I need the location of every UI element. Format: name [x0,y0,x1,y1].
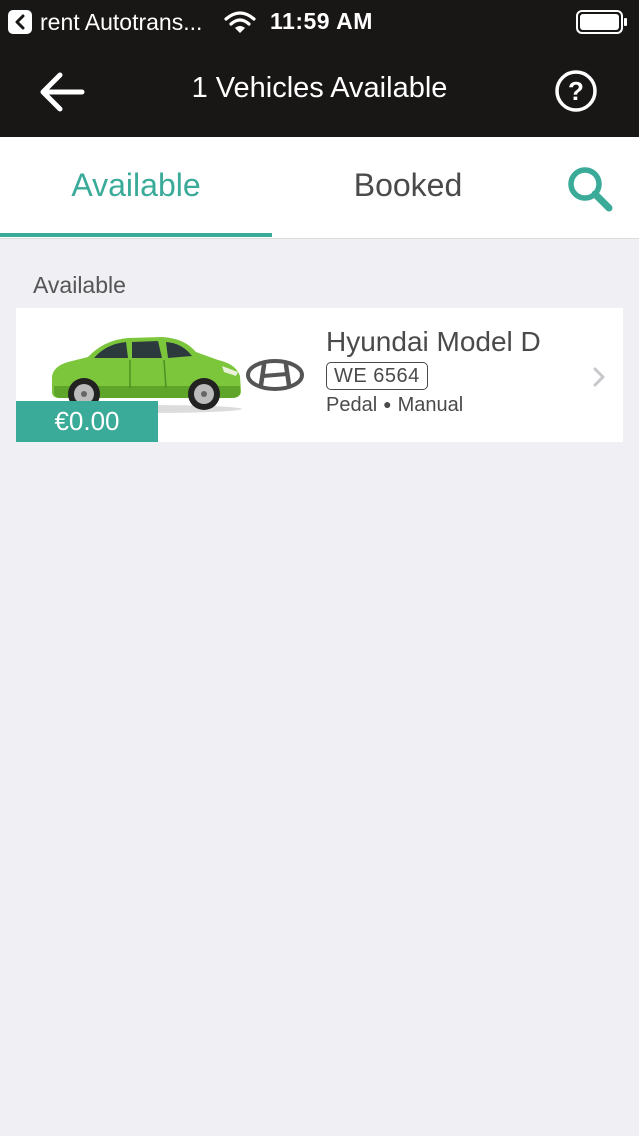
price-badge: €0.00 [16,401,158,442]
spec-lock-type: Pedal [326,394,378,416]
tab-booked[interactable]: Booked [272,137,544,234]
section-header: Available [33,272,126,298]
chevron-right-icon [593,367,605,387]
nav-bar: 1 Vehicles Available ? [0,44,639,137]
vehicle-specs: Pedal ● Manual [326,394,463,417]
back-to-app-button[interactable] [8,10,32,34]
active-tab-indicator [0,233,272,237]
status-bar: rent Autotrans... 11:59 AM [0,0,639,44]
chevron-left-icon [15,14,25,30]
separator-dot: ● [383,396,392,412]
spec-transmission: Manual [397,394,464,416]
vehicle-card[interactable]: €0.00 Hyundai Model D WE 6564 Pedal ● Manu… [16,308,623,442]
svg-text:?: ? [568,76,584,106]
search-icon[interactable] [565,164,615,214]
back-app-label[interactable]: rent Autotrans... [40,9,202,36]
status-time: 11:59 AM [270,8,373,34]
tab-available[interactable]: Available [0,137,272,234]
hyundai-logo [246,359,304,391]
license-plate: WE 6564 [326,362,428,390]
wifi-icon [224,11,256,33]
tab-bar: Available Booked [0,137,639,239]
vehicle-name: Hyundai Model D [326,326,541,357]
page-title: 1 Vehicles Available [191,72,448,104]
battery-icon [576,10,627,34]
help-icon[interactable]: ? [554,69,598,113]
